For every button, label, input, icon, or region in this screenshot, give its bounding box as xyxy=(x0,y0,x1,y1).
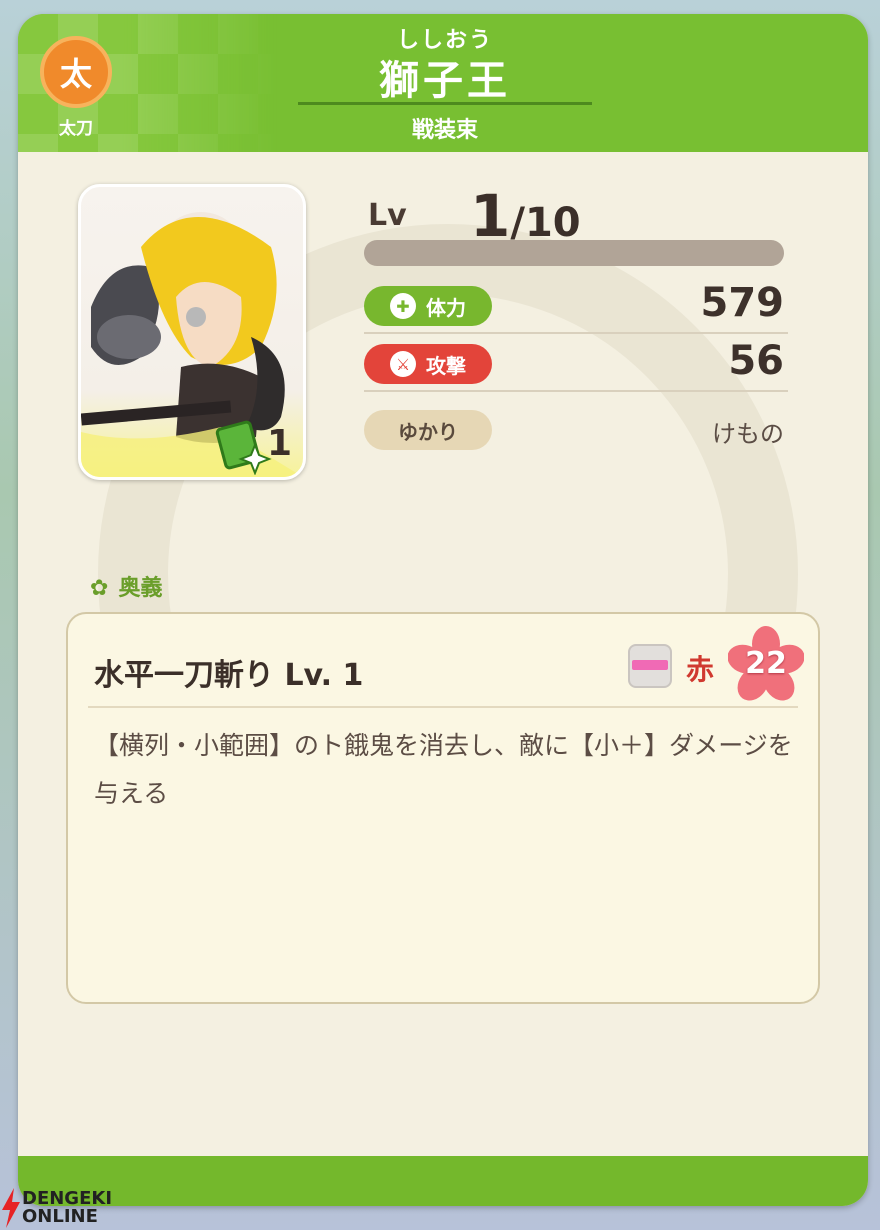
skill-description: 【横列・小範囲】のト餓鬼を消去し、敵に【小＋】ダメージを与える xyxy=(94,731,793,808)
ougi-label-text: 奥義 xyxy=(118,576,163,601)
weapon-type-icon: 太 xyxy=(40,36,112,108)
cost-badge: 22 xyxy=(727,626,805,702)
skill-divider xyxy=(88,706,798,708)
name-divider xyxy=(298,102,592,105)
attack-pill: ⚔ 攻撃 xyxy=(364,344,492,384)
yukari-value: けもの xyxy=(712,420,784,448)
character-detail-card: 太 太刀 ししおう 獅子王 戦装束 1 Lv 1/10 ✚ 体力 579 ⚔ 攻… xyxy=(18,14,868,1206)
ougi-section-label: ✿ 奥義 xyxy=(90,570,162,602)
gauge-icon xyxy=(628,644,672,688)
portrait-badge-count: 1 xyxy=(267,423,293,464)
divider xyxy=(364,390,788,392)
skill-name: 水平一刀斬り Lv. 1 xyxy=(94,658,364,693)
bolt-icon xyxy=(2,1188,20,1228)
divider xyxy=(364,332,788,334)
character-portrait: 1 xyxy=(78,184,306,480)
footer-bar xyxy=(18,1156,868,1206)
skill-panel: 水平一刀斬り Lv. 1 赤 22 【横列・小範囲】のト餓鬼を消去し、敵に【小＋… xyxy=(66,612,820,1004)
watermark-logo: DENGEKI ONLINE xyxy=(0,1186,130,1230)
yukari-pill: ゆかり xyxy=(364,410,492,450)
costume-subtitle: 戦装束 xyxy=(411,118,478,143)
sword-icon: ⚔ xyxy=(390,351,416,377)
cost-value: 22 xyxy=(745,646,787,681)
hp-pill: ✚ 体力 xyxy=(364,286,492,326)
header-bar: 太 太刀 ししおう 獅子王 戦装束 xyxy=(18,14,868,152)
attack-value: 56 xyxy=(728,338,784,384)
hp-label: 体力 xyxy=(426,295,466,320)
hp-value: 579 xyxy=(700,280,785,326)
experience-bar xyxy=(364,240,784,266)
heart-plus-icon: ✚ xyxy=(390,293,416,319)
stat-row-hp: ✚ 体力 579 xyxy=(364,280,788,334)
attack-label: 攻撃 xyxy=(426,353,466,378)
skill-color-label: 赤 xyxy=(686,653,715,686)
level-label: Lv xyxy=(368,198,407,233)
book-sparkle-icon xyxy=(215,420,272,475)
flower-icon: ✿ xyxy=(90,576,109,601)
watermark-line2: ONLINE xyxy=(22,1206,98,1227)
stat-row-attack: ⚔ 攻撃 56 xyxy=(364,338,788,392)
stat-row-yukari: ゆかり けもの xyxy=(364,408,788,458)
weapon-type-label: 太刀 xyxy=(59,119,93,139)
character-name: 獅子王 xyxy=(379,58,511,104)
